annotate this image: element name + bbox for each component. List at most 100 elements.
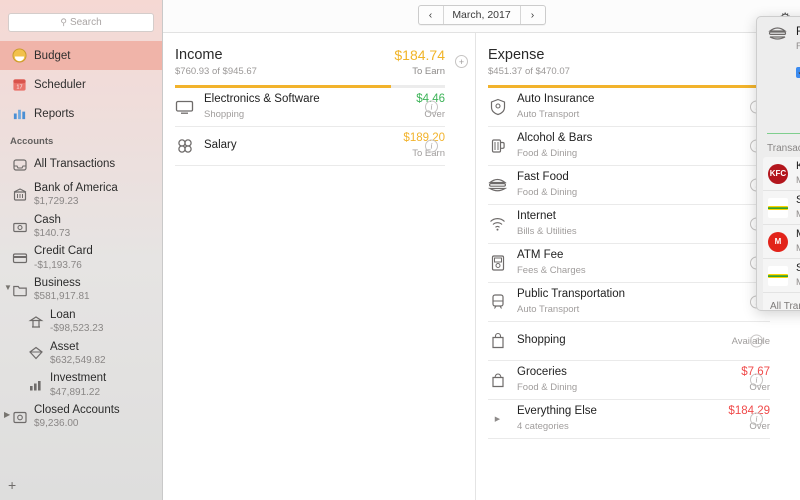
prev-period-button[interactable]: ‹: [419, 6, 443, 24]
transaction-row[interactable]: KFCKFCMar 28, 2017-$7.00: [763, 157, 800, 191]
all-transactions-link[interactable]: All Transactions…: [763, 293, 800, 311]
subway-logo: [768, 265, 788, 286]
category-info-icon[interactable]: i: [425, 100, 438, 114]
budget-category-row[interactable]: ▶ Everything Else 4 categories $184.29 Over i: [488, 400, 770, 439]
next-period-button[interactable]: ›: [521, 6, 545, 24]
loan-icon: [28, 314, 44, 330]
sidebar-account-closed-accounts[interactable]: Closed Accounts $9,236.00: [0, 401, 162, 433]
budget-category-row[interactable]: InternetBills & Utilitiesi: [488, 205, 770, 244]
main-area: ‹ March, 2017 › ⚙ Income $760.93 of $945…: [163, 0, 800, 500]
account-row: Loan -$98,523.23: [0, 306, 162, 338]
expense-header: Expense $451.37 of $470.07 +: [476, 33, 800, 77]
account-row: All Transactions: [0, 151, 162, 179]
burger-icon: [488, 177, 507, 193]
account-row: Asset $632,549.82: [0, 338, 162, 370]
budget-category-row[interactable]: Public TransportationAuto Transporti: [488, 283, 770, 322]
sidebar-item-label: Budget: [34, 49, 71, 62]
sidebar-item-budget[interactable]: Budget: [0, 41, 162, 70]
category-subtitle: Fees & Charges: [517, 265, 586, 277]
category-text: ATM Fee Fees & Charges: [517, 249, 770, 276]
account-text: Asset $632,549.82: [50, 341, 106, 367]
account-row: Credit Card -$1,193.76: [0, 242, 162, 274]
budget-icon: [12, 48, 27, 63]
category-info-icon[interactable]: i: [750, 334, 763, 348]
category-name: Internet: [517, 210, 556, 223]
expense-progress-text: $451.37 of $470.07: [488, 66, 570, 77]
sidebar-account-investment[interactable]: Investment $47,891.22: [0, 369, 162, 401]
budget-category-row[interactable]: Alcohol & BarsFood & Diningi: [488, 127, 770, 166]
transaction-merchant: McDonald's: [796, 228, 800, 241]
budget-category-row[interactable]: Electronics & Software Shopping $4.46 Over i: [175, 88, 445, 127]
sidebar-account-all-transactions[interactable]: All Transactions: [0, 151, 162, 179]
income-amount-status: To Earn: [412, 66, 445, 77]
popover-subtitle: Food & Dining: [796, 41, 800, 52]
disclosure-triangle-icon[interactable]: ▼: [4, 283, 13, 292]
account-text: Bank of America $1,729.23: [34, 182, 118, 208]
sidebar-account-cash[interactable]: Cash $140.73: [0, 211, 162, 243]
account-name: Business: [34, 277, 81, 290]
expand-triangle-icon[interactable]: ▶: [488, 415, 507, 423]
shield-icon: [488, 98, 507, 116]
account-row: ▼ Business $581,917.81: [0, 274, 162, 306]
sidebar-account-loan[interactable]: Loan -$98,523.23: [0, 306, 162, 338]
sidebar-account-bank-of-america[interactable]: Bank of America $1,729.23: [0, 179, 162, 211]
expense-column: Expense $451.37 of $470.07 + Auto Insura…: [476, 33, 800, 500]
account-balance: $1,729.23: [34, 196, 79, 208]
accounts-section-label: Accounts: [10, 136, 54, 147]
bank-icon: [12, 187, 28, 203]
account-name: Credit Card: [34, 245, 93, 258]
bar-chart-icon: [12, 106, 27, 121]
disclosure-triangle-icon[interactable]: ▶: [4, 410, 13, 419]
category-text: Everything Else 4 categories: [517, 405, 718, 432]
cash-icon: [12, 219, 28, 235]
add-account-button[interactable]: +: [8, 478, 16, 492]
sidebar-account-business[interactable]: Business $581,917.81: [0, 274, 162, 306]
train-icon: [488, 293, 507, 311]
account-text: Investment $47,891.22: [50, 372, 106, 398]
income-rows: Electronics & Software Shopping $4.46 Over i…: [163, 88, 475, 166]
transaction-date: Mar 23, 2017: [796, 277, 800, 288]
budget-category-row[interactable]: Groceries Food & Dining $7.67 Over i: [488, 361, 770, 400]
transaction-merchant: Subway: [796, 262, 800, 275]
search-input[interactable]: ⚲ Search: [8, 13, 154, 32]
transaction-row[interactable]: SubwayMar 23, 2017-$3.42: [763, 259, 800, 293]
budget-category-row[interactable]: Salary $189.20 To Earn i: [175, 127, 445, 166]
category-info-icon[interactable]: i: [750, 412, 763, 426]
budget-category-row[interactable]: Fast FoodFood & Diningi: [488, 166, 770, 205]
category-text: Electronics & Software Shopping: [204, 93, 406, 120]
account-text: All Transactions: [34, 158, 115, 171]
popover-title-block: Fast Food Food & Dining: [796, 26, 800, 52]
checkbox-icon[interactable]: ✓: [796, 66, 800, 78]
transaction-row[interactable]: SubwayMar 27, 2017-$6.00: [763, 191, 800, 225]
category-subtitle: Auto Transport: [517, 304, 580, 316]
account-balance: $581,917.81: [34, 291, 90, 303]
category-info-icon[interactable]: i: [750, 373, 763, 387]
search-container: ⚲ Search: [0, 0, 162, 41]
category-name: Shopping: [517, 334, 566, 347]
category-info-icon[interactable]: i: [425, 139, 438, 153]
income-add-icon[interactable]: +: [455, 55, 468, 68]
sidebar-item-scheduler[interactable]: 17 Scheduler: [0, 70, 162, 99]
transaction-row[interactable]: MMcDonald'sMar 26, 2017-$6.00: [763, 225, 800, 259]
account-name: Asset: [50, 340, 79, 353]
sidebar-item-reports[interactable]: Reports: [0, 99, 162, 128]
kfc-logo: KFC: [768, 163, 788, 184]
account-text: Credit Card -$1,193.76: [34, 245, 93, 271]
account-row: Investment $47,891.22: [0, 369, 162, 401]
use-next-month-checkbox-row[interactable]: ✓ Use this amount next month: [757, 52, 800, 83]
toolbar: ‹ March, 2017 › ⚙: [163, 0, 800, 33]
transaction-text: Subway Mar 27, 2017: [796, 194, 800, 221]
category-subtitle: Shopping: [204, 109, 245, 121]
budget-category-row[interactable]: ATM FeeFees & Chargesi: [488, 244, 770, 283]
category-subtitle: 4 categories: [517, 421, 569, 433]
budget-category-row[interactable]: Shopping Available i: [488, 322, 770, 361]
sidebar-account-credit-card[interactable]: Credit Card -$1,193.76: [0, 242, 162, 274]
sidebar-account-asset[interactable]: Asset $632,549.82: [0, 338, 162, 370]
current-period-label[interactable]: March, 2017: [442, 6, 521, 24]
popover-header: Fast Food Food & Dining 55.00 Monthly ↕: [757, 17, 800, 52]
account-row: Cash $140.73: [0, 211, 162, 243]
account-balance: -$1,193.76: [34, 259, 82, 271]
budget-category-row[interactable]: Auto InsuranceAuto Transporti: [488, 88, 770, 127]
budget-columns: Income $760.93 of $945.67 $184.74 To Ear…: [163, 33, 800, 500]
account-text: Cash $140.73: [34, 214, 70, 240]
